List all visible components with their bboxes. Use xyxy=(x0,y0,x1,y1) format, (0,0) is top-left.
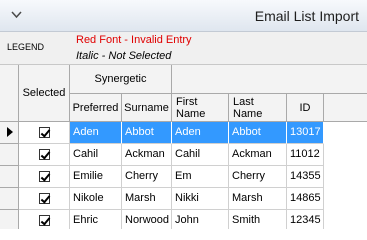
row-selector[interactable] xyxy=(0,166,19,188)
selected-cell xyxy=(19,144,70,166)
selected-checkbox[interactable] xyxy=(38,127,50,138)
selected-checkbox[interactable] xyxy=(38,149,50,160)
row-selector[interactable] xyxy=(0,144,19,166)
collapse-arrow-icon[interactable] xyxy=(11,11,22,19)
column-header-preferred[interactable]: Preferred xyxy=(70,94,122,122)
cell-surname[interactable]: Marsh xyxy=(122,188,172,210)
column-header-selected[interactable]: Selected xyxy=(19,65,70,122)
column-header-surname[interactable]: Surname xyxy=(122,94,172,122)
cell-first-name[interactable]: John xyxy=(172,210,229,229)
cell-preferred[interactable]: Aden xyxy=(70,122,122,144)
selected-cell xyxy=(19,166,70,188)
cell-first-name[interactable]: Em xyxy=(172,166,229,188)
cell-last-name[interactable]: Ackman xyxy=(229,144,287,166)
cell-surname[interactable]: Abbot xyxy=(122,122,172,144)
cell-surname[interactable]: Ackman xyxy=(122,144,172,166)
column-header-preferred-label: Preferred xyxy=(72,101,119,114)
legend-invalid-entry: Red Font - Invalid Entry xyxy=(76,34,192,46)
cell-last-name[interactable]: Cherry xyxy=(229,166,287,188)
row-selector[interactable] xyxy=(0,122,19,144)
cell-last-name[interactable]: Marsh xyxy=(229,188,287,210)
column-header-first-name-label: First Name xyxy=(176,95,206,120)
cell-id[interactable]: 11012 xyxy=(287,144,324,166)
selected-cell xyxy=(19,210,70,229)
row-header-corner xyxy=(0,65,19,122)
cell-first-name[interactable]: Cahil xyxy=(172,144,229,166)
selected-cell xyxy=(19,188,70,210)
legend-title: LEGEND xyxy=(7,42,45,52)
cell-last-name[interactable]: Smith xyxy=(229,210,287,229)
column-header-last-name-label: Last Name xyxy=(233,95,263,120)
column-header-filler xyxy=(324,94,367,122)
row-selector[interactable] xyxy=(0,210,19,229)
column-header-id[interactable]: ID xyxy=(287,94,324,122)
column-header-id-label: ID xyxy=(299,101,311,114)
column-header-first-name[interactable]: First Name xyxy=(172,94,229,122)
selected-checkbox[interactable] xyxy=(38,171,50,182)
window-title: Email List Import xyxy=(254,8,359,24)
header-empty-band xyxy=(172,65,367,94)
current-row-arrow-icon xyxy=(7,127,13,137)
group-header-synergetic-label: Synergetic xyxy=(94,73,147,85)
cell-preferred[interactable]: Nikole xyxy=(70,188,122,210)
cell-id[interactable]: 12345 xyxy=(287,210,324,229)
column-header-last-name[interactable]: Last Name xyxy=(229,94,287,122)
cell-preferred[interactable]: Emilie xyxy=(70,166,122,188)
cell-id[interactable]: 14355 xyxy=(287,166,324,188)
cell-surname[interactable]: Norwood xyxy=(122,210,172,229)
group-header-synergetic: Synergetic xyxy=(70,65,172,94)
cell-first-name[interactable]: Aden xyxy=(172,122,229,144)
selected-checkbox[interactable] xyxy=(38,215,50,226)
email-list-grid: Selected Synergetic Preferred Surname Fi… xyxy=(0,65,367,229)
cell-surname[interactable]: Cherry xyxy=(122,166,172,188)
cell-id[interactable]: 13017 xyxy=(287,122,324,144)
cell-id[interactable]: 14865 xyxy=(287,188,324,210)
cell-preferred[interactable]: Cahil xyxy=(70,144,122,166)
row-selector[interactable] xyxy=(0,188,19,210)
cell-last-name[interactable]: Abbot xyxy=(229,122,287,144)
column-header-surname-label: Surname xyxy=(124,101,169,114)
legend-not-selected: Italic - Not Selected xyxy=(76,50,172,62)
title-bar: Email List Import xyxy=(0,0,367,32)
selected-checkbox[interactable] xyxy=(38,193,50,204)
cell-preferred[interactable]: Ehric xyxy=(70,210,122,229)
email-list-import-window: Email List Import LEGEND Red Font - Inva… xyxy=(0,0,367,229)
cell-first-name[interactable]: Nikki xyxy=(172,188,229,210)
legend-bar: LEGEND Red Font - Invalid Entry Italic -… xyxy=(0,32,367,65)
selected-cell xyxy=(19,122,70,144)
column-header-selected-label: Selected xyxy=(22,87,66,99)
